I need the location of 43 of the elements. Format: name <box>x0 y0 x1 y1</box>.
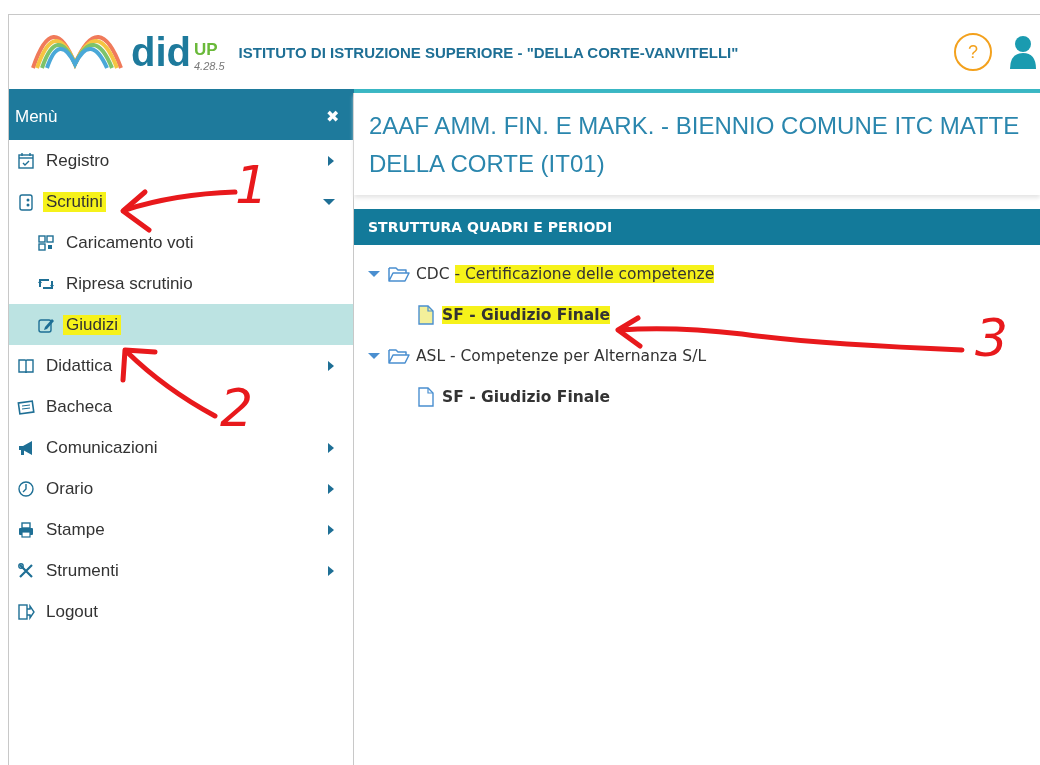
calendar-icon <box>17 151 35 170</box>
tree-node-label[interactable]: ASL - Competenze per Alternanza S/L <box>416 346 707 365</box>
menu-item[interactable]: Comunicazioni <box>43 437 161 458</box>
menu-item[interactable]: Scrutini <box>43 191 106 212</box>
rainbow-book-logo-icon <box>29 34 125 70</box>
menu-item[interactable]: Didattica <box>43 355 116 376</box>
file-icon <box>418 386 434 407</box>
menu-item[interactable]: Logout <box>43 601 101 622</box>
book-icon <box>17 356 35 375</box>
clock-icon <box>17 479 35 498</box>
menu-item[interactable]: Stampe <box>43 519 108 540</box>
menu-item[interactable]: Strumenti <box>43 560 122 581</box>
version-label: 4.28.5 <box>194 60 225 72</box>
notice-board-icon <box>17 397 35 416</box>
class-title: DELLA CORTE (IT01) <box>369 149 606 179</box>
section-header: STRUTTURA QUADRI E PERIODI <box>354 209 1040 245</box>
folder-icon <box>388 346 410 365</box>
printer-icon <box>17 520 35 539</box>
class-title: 2AAF AMM. FIN. E MARK. - BIENNIO COMUNE ITC MATTE <box>369 111 1021 141</box>
annotation-number: 2 <box>220 382 254 434</box>
menu-item[interactable]: Caricamento voti <box>63 232 197 253</box>
tree-leaf-link[interactable]: SF - Giudizio Finale <box>442 387 611 406</box>
megaphone-icon <box>17 438 35 457</box>
annotation-number: 1 <box>235 159 269 211</box>
document-icon <box>17 192 35 211</box>
grid-icon <box>37 233 55 252</box>
file-icon <box>418 304 434 325</box>
logo-text: did <box>131 32 191 72</box>
tools-icon <box>17 561 35 580</box>
logout-icon <box>17 602 35 621</box>
menu-item[interactable]: Orario <box>43 478 97 499</box>
tree-leaf-link[interactable]: SF - Giudizio Finale <box>442 305 611 324</box>
menu-item[interactable]: Registro <box>43 150 113 171</box>
menu-title: Menù <box>15 106 58 127</box>
menu-item[interactable]: Bacheca <box>43 396 116 417</box>
school-name: ISTITUTO DI ISTRUZIONE SUPERIORE - "DELLA CORTE-VANVITELLI" <box>238 43 740 61</box>
user-icon <box>1010 35 1036 69</box>
annotation-number: 3 <box>975 312 1009 364</box>
folder-icon <box>388 264 410 283</box>
close-button[interactable]: ✖ <box>326 107 339 126</box>
menu-item[interactable]: Giudizi <box>63 314 121 335</box>
logo-superscript: UP <box>194 40 219 60</box>
menu-item[interactable]: Ripresa scrutinio <box>63 273 196 294</box>
